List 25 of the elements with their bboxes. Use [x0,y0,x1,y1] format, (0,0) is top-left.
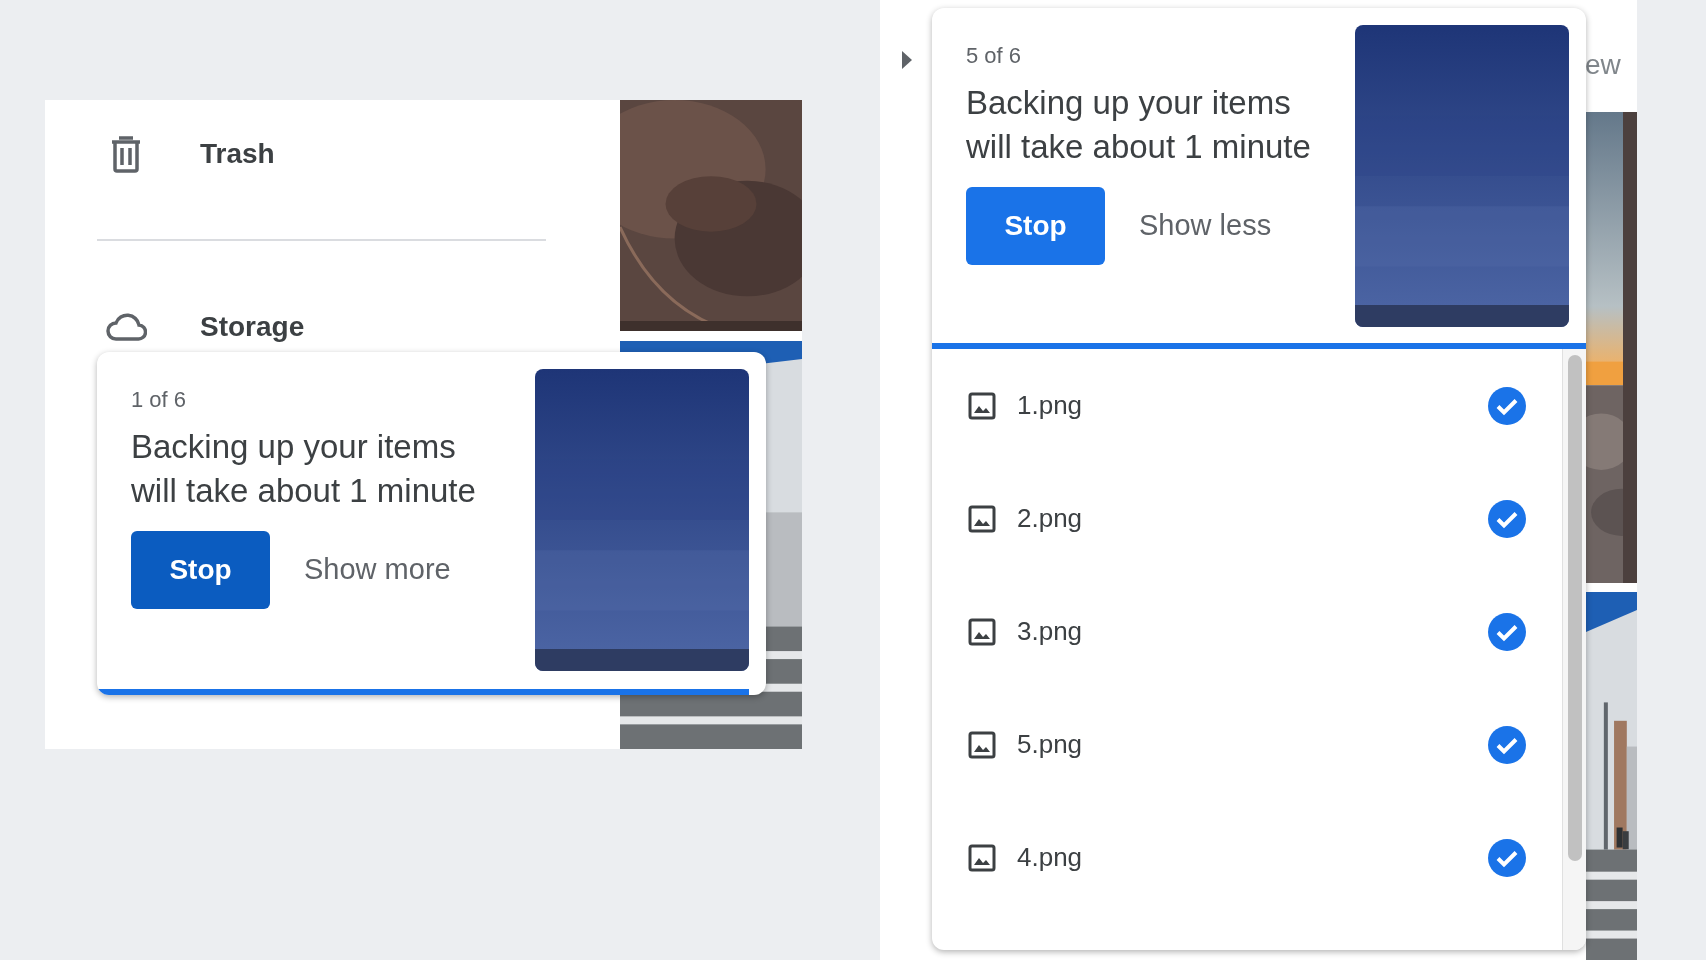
clipped-label: ew [1585,48,1621,82]
file-name: 5.png [1017,728,1084,761]
image-file-icon [968,504,996,533]
image-file-icon [968,730,996,759]
file-name: 2.png [1017,502,1084,535]
toggle-link[interactable]: Show less [1139,204,1272,248]
trash-icon [109,135,143,173]
image-file-icon [968,617,996,646]
scrollbar-thumb[interactable] [1567,355,1582,861]
progress-counter: 1 of 6 [131,387,188,413]
image-file-icon [968,843,996,872]
backup-message: Backing up your items will take about 1 minute [131,427,476,511]
nav-label[interactable]: Trash [200,133,275,175]
cloud-icon [105,312,147,342]
stop-button[interactable]: Stop [131,531,270,609]
file-name: 4.png [1017,841,1084,874]
progress-counter: 5 of 6 [966,43,1023,69]
toggle-link[interactable]: Show more [304,548,451,592]
backup-message: Backing up your items will take about 1 minute [966,83,1311,167]
image-file-icon [968,391,996,420]
file-name: 3.png [1017,615,1084,648]
nav-label[interactable]: Storage [200,306,305,348]
caret-icon [901,50,913,70]
stop-button[interactable]: Stop [966,187,1105,265]
file-name: 1.png [1017,389,1084,422]
